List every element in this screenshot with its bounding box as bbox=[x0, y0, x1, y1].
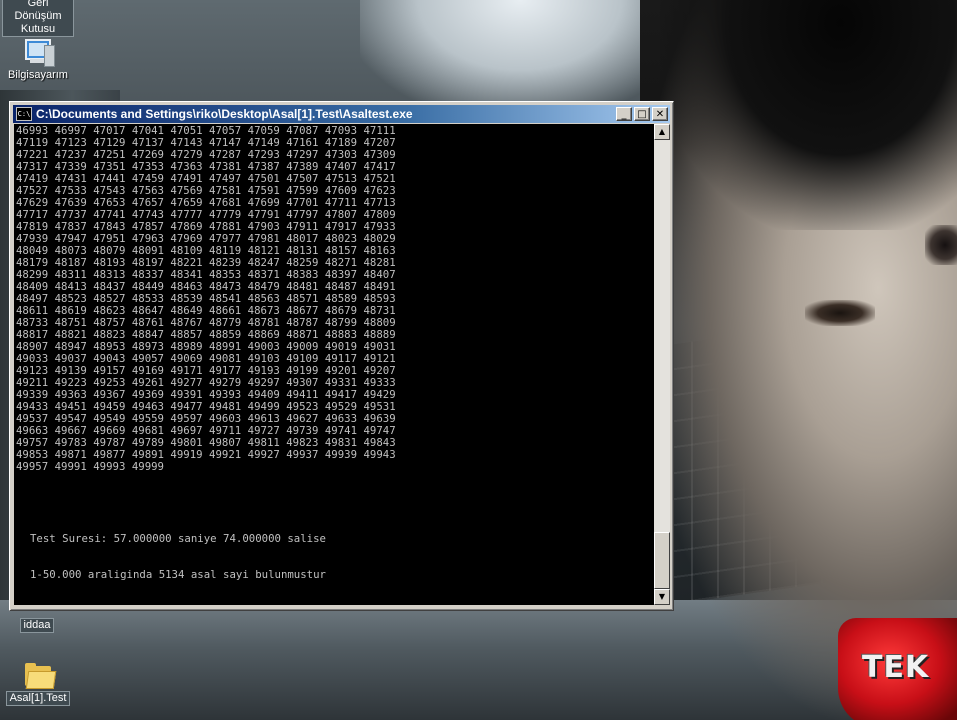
result-message: 1-50.000 araliginda 5134 asal sayi bulun… bbox=[30, 568, 326, 581]
test-time-message: Test Suresi: 57.000000 saniye 74.000000 … bbox=[30, 532, 326, 545]
scroll-down-arrow-icon[interactable]: ▼ bbox=[654, 589, 670, 605]
wallpaper-character-eye bbox=[805, 300, 875, 326]
desktop-icon-my-computer[interactable]: Bilgisayarım bbox=[2, 37, 74, 82]
desktop-icon-recycle-bin[interactable]: Geri Dönüşüm Kutusu bbox=[2, 0, 74, 37]
maximize-button[interactable]: □ bbox=[634, 107, 650, 121]
close-button[interactable]: ✕ bbox=[652, 107, 668, 121]
wallpaper-logo-text: TEK bbox=[862, 650, 930, 685]
iddaa-label: iddaa bbox=[19, 618, 55, 633]
window-titlebar[interactable]: C:\ C:\Documents and Settings\riko\Deskt… bbox=[13, 105, 670, 123]
minimize-button[interactable]: _ bbox=[616, 107, 632, 121]
my-computer-icon bbox=[22, 37, 55, 67]
desktop-icon-iddaa[interactable]: iddaa bbox=[2, 618, 72, 633]
scrollbar-thumb[interactable] bbox=[654, 532, 670, 589]
wallpaper-character-eye-right bbox=[925, 225, 957, 265]
window-title: C:\Documents and Settings\riko\Desktop\A… bbox=[36, 107, 413, 121]
asal-test-folder-label: Asal[1].Test bbox=[5, 691, 71, 706]
vertical-scrollbar[interactable]: ▲ ▼ bbox=[654, 124, 670, 605]
console-window[interactable]: C:\ C:\Documents and Settings\riko\Deskt… bbox=[9, 101, 674, 611]
recycle-bin-label: Geri Dönüşüm Kutusu bbox=[2, 0, 74, 37]
wallpaper-light bbox=[360, 0, 680, 110]
folder-icon bbox=[23, 662, 57, 689]
wallpaper-character-hair bbox=[660, 0, 957, 230]
prime-number-list: 46993 46997 47017 47041 47051 47057 4705… bbox=[14, 124, 654, 473]
console-output[interactable]: 46993 46997 47017 47041 47051 47057 4705… bbox=[14, 124, 654, 605]
console-row: 49957 49991 49993 49999 bbox=[16, 460, 164, 473]
console-app-icon[interactable]: C:\ bbox=[16, 107, 32, 121]
my-computer-label: Bilgisayarım bbox=[8, 69, 68, 81]
desktop-icon-asal-test-folder[interactable]: Asal[1].Test bbox=[2, 662, 74, 706]
scroll-up-arrow-icon[interactable]: ▲ bbox=[654, 124, 670, 140]
